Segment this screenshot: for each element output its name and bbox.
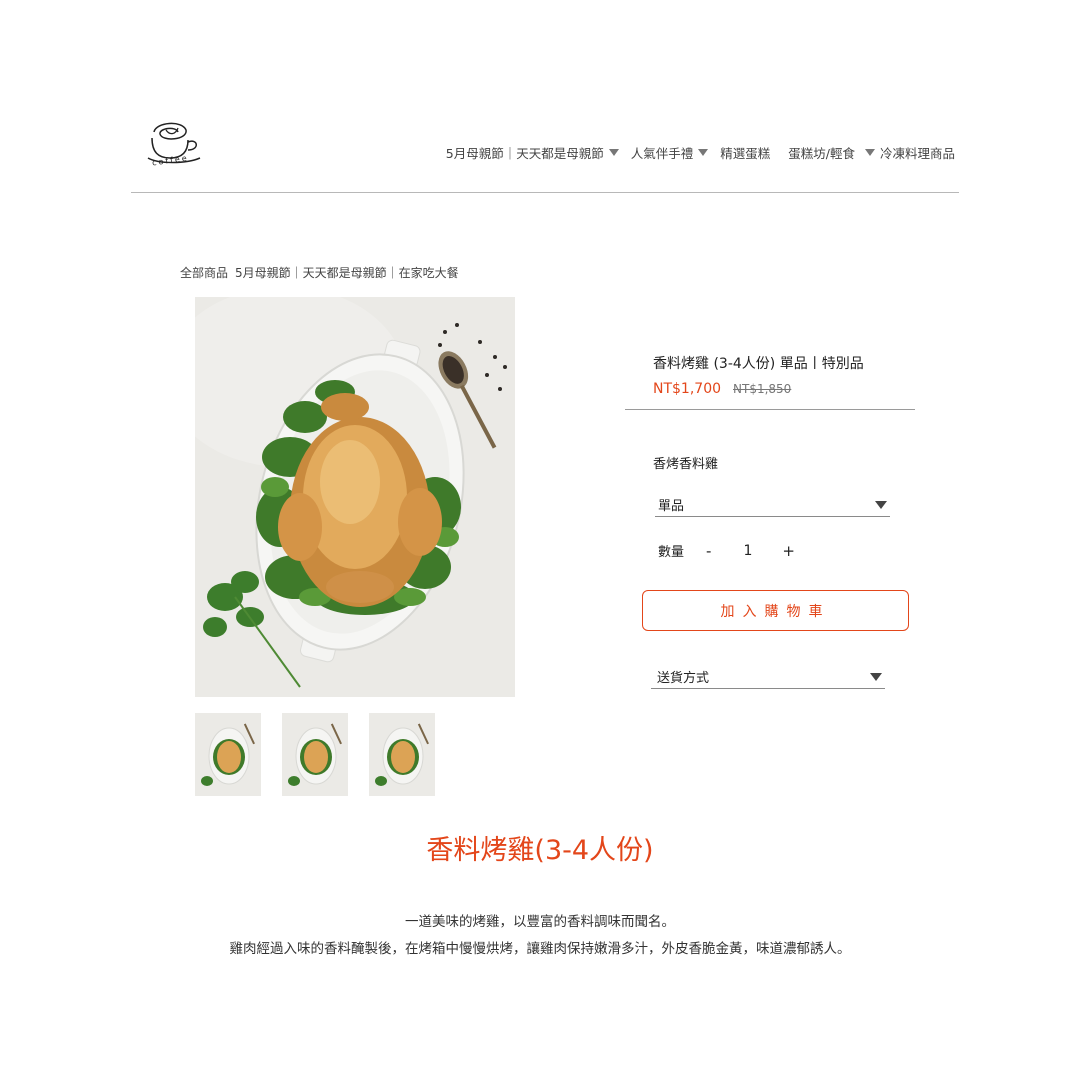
- description-line: 雞肉經過入味的香料醃製後，在烤箱中慢慢烘烤，讓雞肉保持嫩滑多汁，外皮香脆金黃，味…: [229, 941, 851, 957]
- product-title: 香料烤雞 (3-4人份) 單品丨特別品: [653, 356, 864, 372]
- shipping-method-select[interactable]: 送貨方式: [651, 665, 885, 689]
- nav-item-cakes[interactable]: 精選蛋糕: [720, 143, 770, 162]
- roast-chicken-thumbnail: [282, 713, 348, 796]
- description-title: 香料烤雞(3-4人份): [426, 835, 654, 866]
- header-divider: [131, 192, 959, 193]
- brand-logo[interactable]: coffee: [146, 118, 206, 176]
- dropdown-arrow-icon: [870, 672, 882, 681]
- variant-select[interactable]: 單品: [655, 493, 890, 517]
- roast-chicken-thumbnail: [195, 713, 261, 796]
- dropdown-arrow-icon: [875, 500, 887, 509]
- quantity-decrease-button[interactable]: -: [706, 542, 711, 560]
- breadcrumb: 全部商品 5月母親節｜天天都是母親節｜在家吃大餐: [180, 264, 459, 281]
- nav-item-label: 5月母親節｜天天都是母親節: [445, 146, 604, 161]
- roast-chicken-thumbnail: [369, 713, 435, 796]
- thumbnail-3[interactable]: [369, 713, 435, 796]
- original-price: NT$1,850: [733, 382, 792, 396]
- quantity-label: 數量: [658, 545, 685, 560]
- price-row: NT$1,700 NT$1,850: [653, 381, 791, 397]
- chevron-down-icon: [864, 149, 875, 156]
- description-line: 一道美味的烤雞，以豐富的香料調味而聞名。: [405, 914, 675, 930]
- price-divider: [625, 409, 915, 410]
- shipping-selected-value: 送貨方式: [657, 671, 710, 686]
- nav-item-bakery[interactable]: 蛋糕坊/輕食: [788, 143, 875, 162]
- variant-label: 香烤香料雞: [653, 457, 719, 472]
- coffee-cup-logo-icon: [147, 122, 201, 164]
- nav-item-label: 蛋糕坊/輕食: [788, 146, 855, 161]
- nav-item-label: 精選蛋糕: [720, 146, 771, 161]
- breadcrumb-category[interactable]: 5月母親節｜天天都是母親節｜在家吃大餐: [235, 264, 459, 281]
- thumbnail-1[interactable]: [195, 713, 261, 796]
- variant-selected-value: 單品: [658, 499, 685, 514]
- nav-item-gifts[interactable]: 人氣伴手禮: [631, 143, 709, 162]
- sale-price: NT$1,700: [653, 381, 722, 397]
- nav-item-label: 冷凍料理商品: [879, 146, 955, 161]
- nav-item-label: 人氣伴手禮: [630, 146, 694, 161]
- quantity-value[interactable]: 1: [743, 543, 752, 559]
- product-main-image: [195, 297, 515, 697]
- quantity-stepper: 數量 - 1 +: [658, 541, 795, 561]
- chevron-down-icon: [608, 149, 619, 156]
- thumbnail-strip: [195, 713, 435, 796]
- main-nav: 5月母親節｜天天都是母親節 人氣伴手禮 精選蛋糕 蛋糕坊/輕食 冷凍料理商品: [446, 143, 955, 162]
- thumbnail-2[interactable]: [282, 713, 348, 796]
- roast-chicken-image: [195, 297, 515, 697]
- nav-item-frozen[interactable]: 冷凍料理商品: [880, 143, 955, 162]
- add-to-cart-button[interactable]: 加入購物車: [642, 590, 909, 631]
- nav-item-mothers-day[interactable]: 5月母親節｜天天都是母親節: [446, 143, 619, 162]
- quantity-increase-button[interactable]: +: [782, 542, 795, 560]
- breadcrumb-all-products[interactable]: 全部商品: [180, 264, 228, 281]
- chevron-down-icon: [698, 149, 709, 156]
